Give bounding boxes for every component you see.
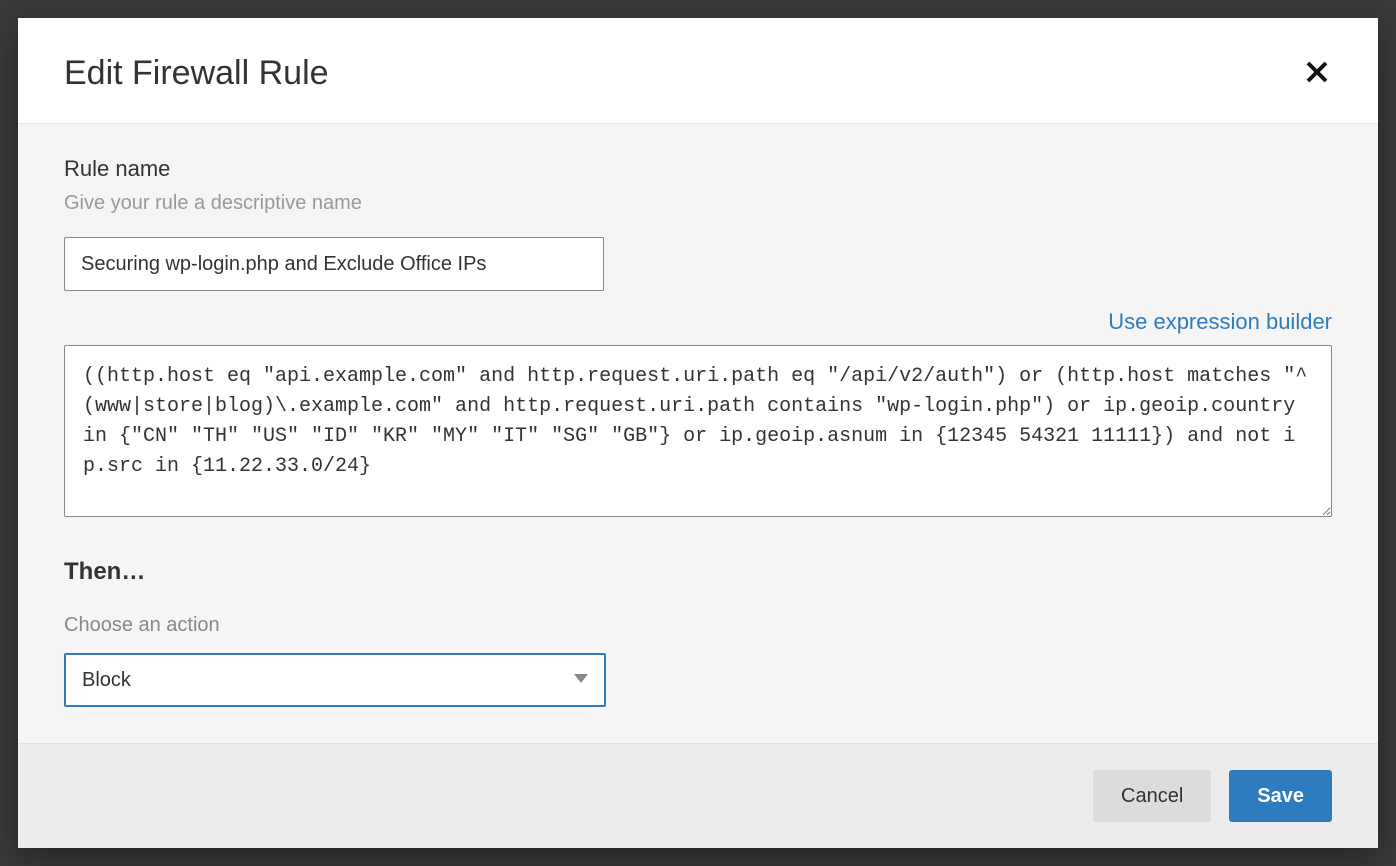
rule-name-input[interactable] — [64, 237, 604, 291]
use-expression-builder-link[interactable]: Use expression builder — [1108, 309, 1332, 335]
edit-firewall-rule-modal: Edit Firewall Rule Rule name Give your r… — [18, 18, 1378, 848]
builder-link-row: Use expression builder — [64, 309, 1332, 335]
rule-name-label: Rule name — [64, 156, 1332, 182]
modal-title: Edit Firewall Rule — [64, 54, 329, 93]
expression-textarea[interactable] — [64, 345, 1332, 517]
save-button[interactable]: Save — [1229, 770, 1332, 822]
cancel-button[interactable]: Cancel — [1093, 770, 1211, 822]
then-heading: Then… — [64, 558, 1332, 586]
modal-body: Rule name Give your rule a descriptive n… — [18, 124, 1378, 743]
rule-name-hint: Give your rule a descriptive name — [64, 192, 1332, 215]
close-icon — [1306, 57, 1328, 90]
modal-footer: Cancel Save — [18, 743, 1378, 848]
close-button[interactable] — [1302, 55, 1332, 93]
modal-header: Edit Firewall Rule — [18, 18, 1378, 124]
action-select-wrap: Block — [64, 653, 606, 707]
action-select[interactable]: Block — [64, 653, 606, 707]
choose-action-label: Choose an action — [64, 614, 1332, 637]
